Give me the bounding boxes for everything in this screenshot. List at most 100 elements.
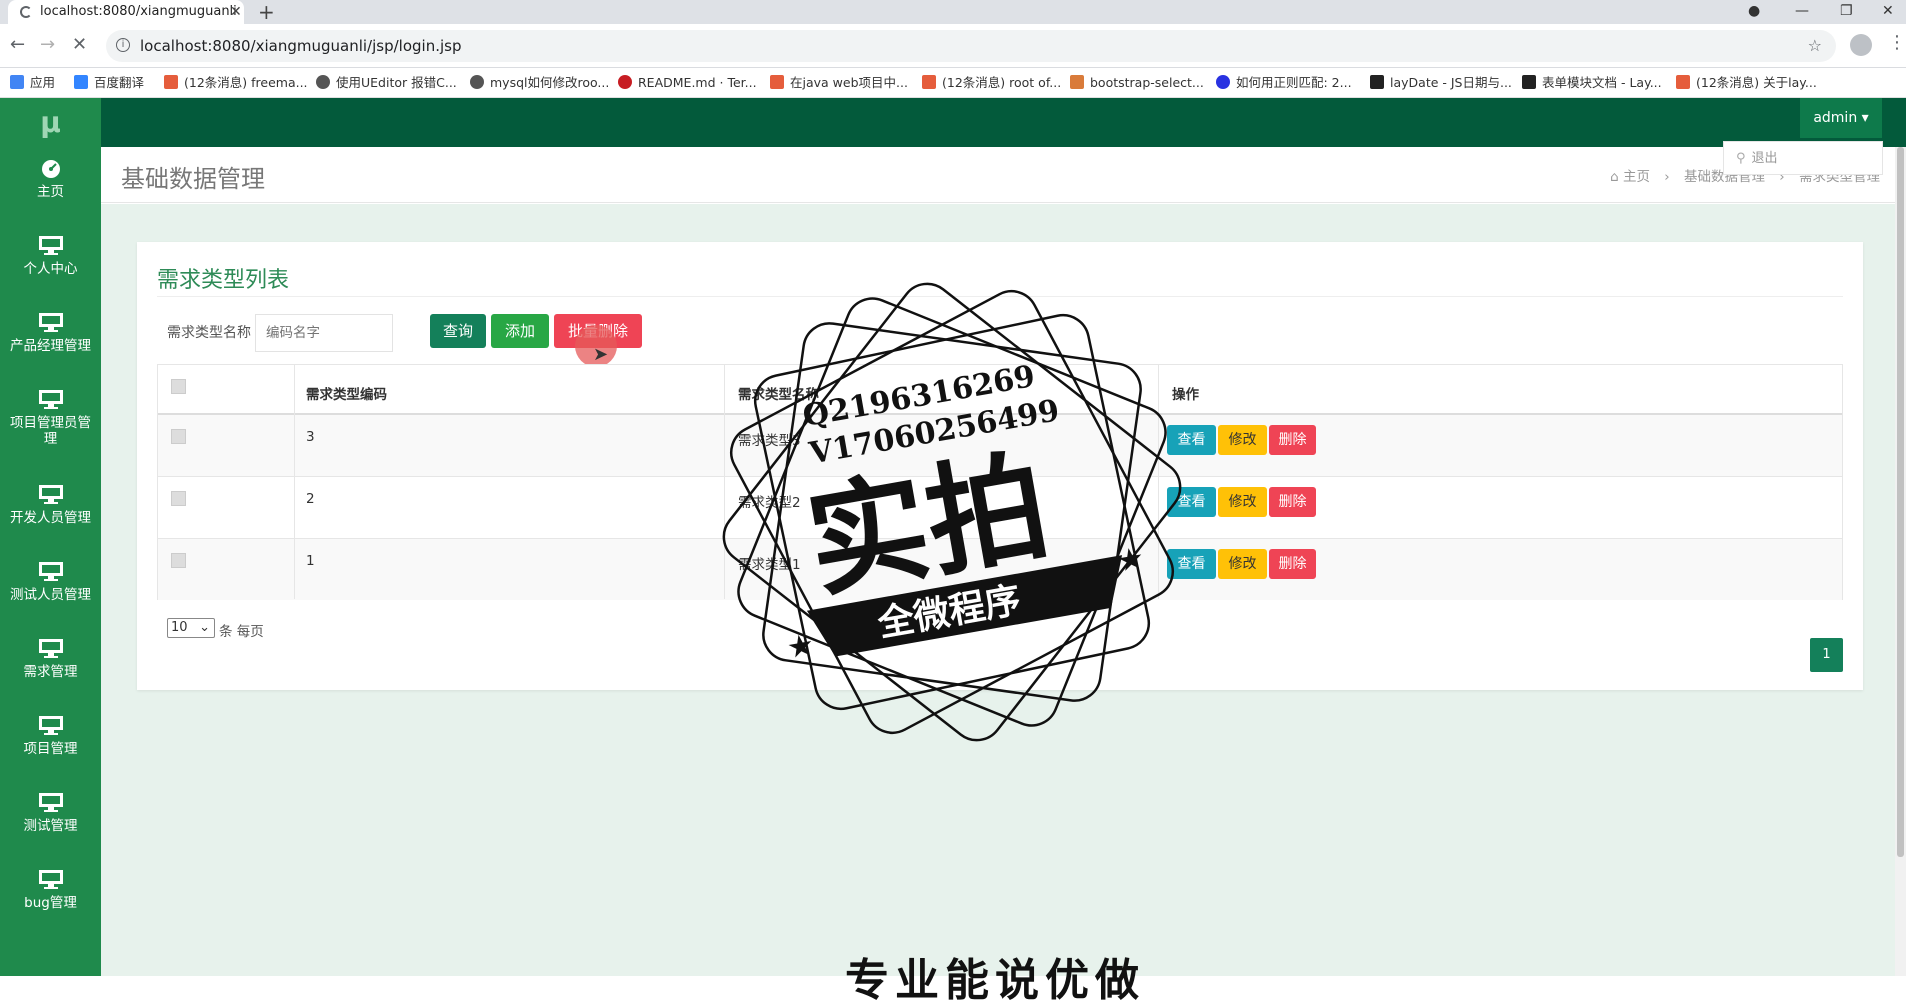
bookmark-item[interactable]: 应用 (10, 68, 55, 98)
sidebar-item-label: 需求管理 (23, 664, 78, 680)
logout-item[interactable]: 退出 (1752, 151, 1778, 166)
address-bar[interactable]: i localhost:8080/xiangmuguanli/jsp/login… (106, 30, 1836, 62)
search-input[interactable] (255, 314, 393, 352)
column-header-code: 需求类型编码 (306, 387, 387, 403)
bookmark-item[interactable]: (12条消息) root of... (922, 68, 1061, 98)
column-header-actions: 操作 (1172, 387, 1199, 403)
dashboard-icon (41, 160, 60, 178)
row-checkbox[interactable] (171, 553, 186, 568)
forward-icon[interactable]: → (40, 34, 55, 55)
top-nav-bar: admin ▾ (101, 98, 1906, 147)
divider (157, 296, 1843, 297)
sidebar-item[interactable]: 项目管理 (0, 705, 101, 782)
profile-avatar[interactable] (1850, 34, 1872, 56)
new-tab-button[interactable]: + (258, 0, 275, 24)
row-checkbox[interactable] (171, 429, 186, 444)
bookmark-item[interactable]: (12条消息) 关于lay... (1676, 68, 1817, 98)
monitor-icon (38, 390, 63, 409)
breadcrumb-home[interactable]: 主页 (1623, 169, 1650, 185)
page-size-select[interactable]: 10 ⌄ (167, 618, 215, 638)
bookmark-item[interactable]: 如何用正则匹配: 2... (1216, 68, 1352, 98)
bookmark-item[interactable]: 使用UEditor 报错C... (316, 68, 457, 98)
edit-button[interactable]: 修改 (1218, 487, 1267, 517)
restore-icon[interactable]: ❐ (1840, 0, 1853, 22)
monitor-icon (38, 313, 63, 332)
sidebar-item[interactable]: 项目管理员管理 (0, 379, 101, 456)
bookmark-item[interactable]: 百度翻译 (74, 68, 144, 98)
view-button[interactable]: 查看 (1167, 549, 1216, 579)
sidebar-item[interactable]: 产品经理管理 (0, 302, 101, 379)
bottom-banner-text: 专业能说优做 (845, 955, 1145, 1006)
query-button[interactable]: 查询 (430, 314, 486, 348)
site-info-icon[interactable]: i (116, 38, 130, 52)
bookmark-star-icon[interactable]: ☆ (1808, 30, 1822, 62)
sidebar-item[interactable]: 测试管理 (0, 782, 101, 859)
browser-menu-icon[interactable]: ⋮ (1888, 32, 1906, 53)
monitor-icon (38, 236, 63, 255)
sidebar-item[interactable]: 需求管理 (0, 628, 101, 705)
sidebar-item[interactable]: 测试人员管理 (0, 551, 101, 628)
sidebar-item-label: 测试管理 (23, 818, 78, 834)
minimize-icon[interactable]: — (1795, 0, 1809, 22)
profile-dropdown-icon[interactable]: ● (1748, 0, 1760, 22)
csdn-icon (770, 75, 784, 89)
csdn-icon (1676, 75, 1690, 89)
pagination-page-1[interactable]: 1 (1810, 638, 1843, 672)
search-icon: ⚲ (1736, 151, 1746, 166)
cell-code: 3 (306, 429, 315, 445)
scrollbar-thumb[interactable] (1897, 147, 1904, 857)
sidebar-item[interactable]: 主页 (0, 148, 101, 225)
view-button[interactable]: 查看 (1167, 425, 1216, 455)
tab-close-icon[interactable]: ✕ (230, 0, 242, 24)
bookmark-item[interactable]: 表单模块文档 - Lay... (1522, 68, 1662, 98)
sidebar-item[interactable]: 个人中心 (0, 225, 101, 302)
bookmark-item[interactable]: mysql如何修改roo... (470, 68, 609, 98)
sidebar-item-label: 测试人员管理 (10, 587, 91, 603)
back-icon[interactable]: ← (10, 34, 25, 55)
bookmark-item[interactable]: layDate - JS日期与... (1370, 68, 1512, 98)
sidebar-item[interactable]: bug管理 (0, 859, 101, 936)
browser-tab[interactable]: localhost:8080/xiangmuguanli ✕ (8, 0, 244, 24)
row-checkbox[interactable] (171, 491, 186, 506)
list-card: 需求类型列表 需求类型名称 查询 添加 批量删除 ➤ 需求类型编码 需求类型名称… (137, 242, 1863, 690)
layui-icon (1370, 75, 1384, 89)
monitor-icon (38, 716, 63, 735)
select-all-checkbox[interactable] (171, 379, 186, 394)
edit-button[interactable]: 修改 (1218, 425, 1267, 455)
user-dropdown-menu: ⚲ 退出 (1723, 141, 1883, 175)
delete-button[interactable]: 删除 (1269, 549, 1316, 579)
stop-icon[interactable]: ✕ (72, 34, 87, 55)
bookmarks-bar: 应用 百度翻译 (12条消息) freema... 使用UEditor 报错C.… (0, 68, 1906, 98)
cursor-icon: ➤ (593, 344, 609, 365)
column-divider (724, 365, 725, 599)
bookmark-item[interactable]: 在java web项目中... (770, 68, 908, 98)
url-text[interactable]: localhost:8080/xiangmuguanli/jsp/login.j… (140, 30, 461, 62)
monitor-icon (38, 793, 63, 812)
logo: μ (40, 106, 61, 139)
baidu-icon (1216, 75, 1230, 89)
sidebar-item-label: 个人中心 (23, 261, 78, 277)
sidebar-item-label: 项目管理 (23, 741, 78, 757)
chevron-right-icon: › (1664, 169, 1670, 185)
csdn-icon (922, 75, 936, 89)
view-button[interactable]: 查看 (1167, 487, 1216, 517)
sidebar-item-label: 产品经理管理 (10, 338, 91, 354)
sidebar-item[interactable]: 开发人员管理 (0, 474, 101, 551)
baidu-translate-icon (74, 75, 88, 89)
page-scrollbar[interactable] (1895, 147, 1906, 976)
sidebar: μ 主页个人中心产品经理管理项目管理员管理 开发人员管理测试人员管理 需求管理项目管… (0, 98, 101, 976)
column-divider (1158, 365, 1159, 599)
home-icon: ⌂ (1610, 169, 1619, 185)
user-menu-button[interactable]: admin ▾ (1800, 98, 1882, 138)
bookmark-item[interactable]: bootstrap-select... (1070, 68, 1204, 98)
bookmark-item[interactable]: README.md · Ter... (618, 68, 757, 98)
delete-button[interactable]: 删除 (1269, 425, 1316, 455)
bookmark-item[interactable]: (12条消息) freema... (164, 68, 308, 98)
search-label: 需求类型名称 (167, 325, 251, 341)
browser-toolbar: ← → ✕ i localhost:8080/xiangmuguanli/jsp… (0, 24, 1906, 68)
add-button[interactable]: 添加 (491, 314, 549, 348)
card-title: 需求类型列表 (157, 268, 290, 293)
edit-button[interactable]: 修改 (1218, 549, 1267, 579)
close-window-icon[interactable]: ✕ (1882, 0, 1894, 22)
delete-button[interactable]: 删除 (1269, 487, 1316, 517)
